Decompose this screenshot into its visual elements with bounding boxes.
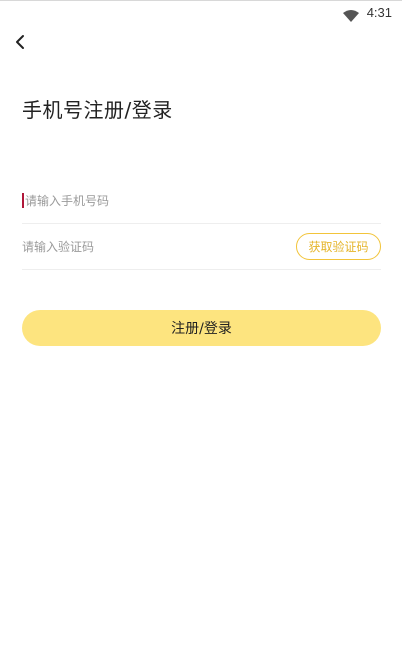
phone-input[interactable] [25,190,381,211]
verification-code-input[interactable] [22,236,296,257]
back-button[interactable] [6,28,34,56]
phone-field-row [22,178,381,224]
code-field-row: 获取验证码 [22,224,381,270]
register-login-button[interactable]: 注册/登录 [22,310,381,346]
page-title: 手机号注册/登录 [22,98,173,122]
status-time: 4:31 [366,5,392,20]
text-caret [22,193,24,208]
status-right: 4:31 [342,5,392,22]
chevron-left-icon [14,34,26,50]
status-bar: 4:31 [0,0,402,26]
wifi-icon [342,7,359,22]
get-code-button[interactable]: 获取验证码 [296,233,381,260]
